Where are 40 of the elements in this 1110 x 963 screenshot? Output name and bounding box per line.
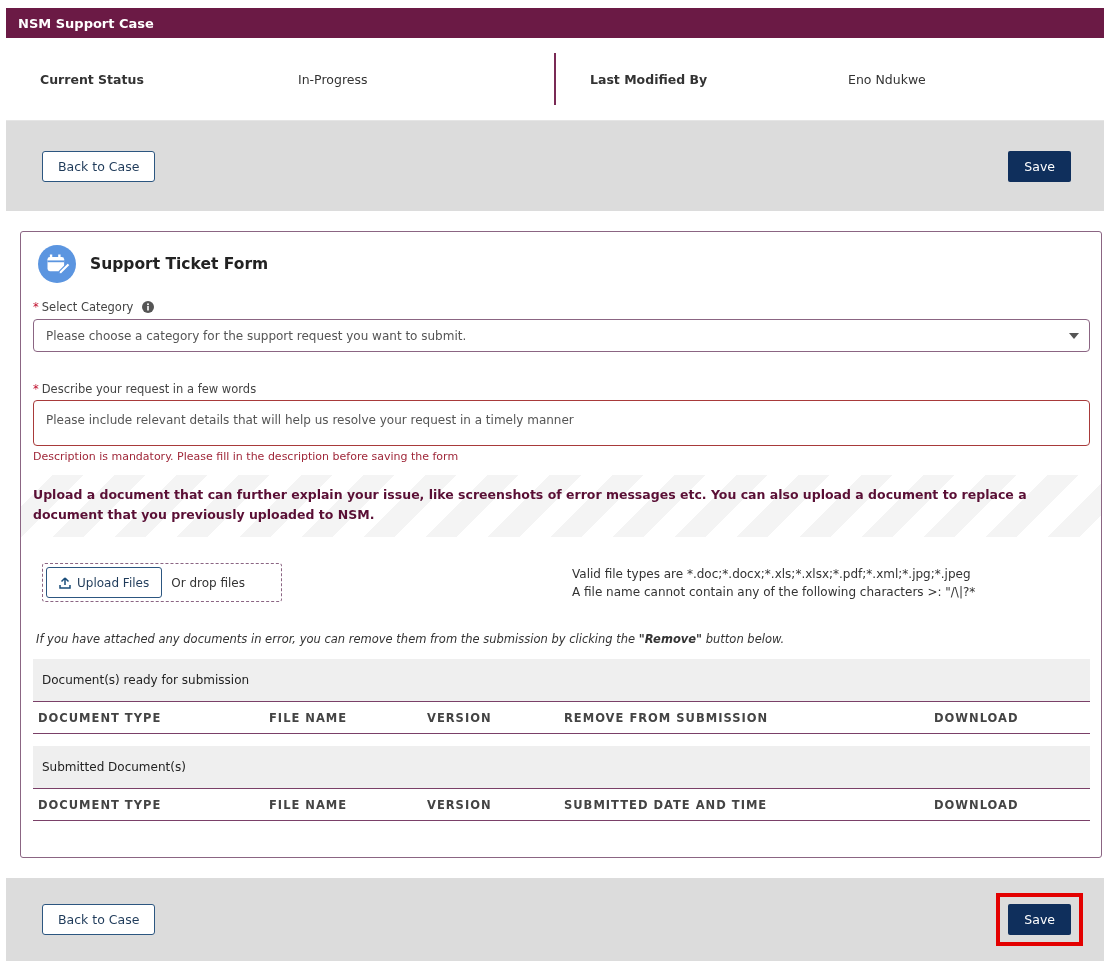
- status-label: Current Status: [40, 71, 145, 87]
- column-header: DOCUMENT TYPE: [38, 710, 163, 725]
- back-button[interactable]: Back to Case: [42, 904, 156, 935]
- info-icon[interactable]: [142, 301, 155, 313]
- remove-note: If you have attached any documents in error, you can remove them from the submission by clicking the "Remove" button below.: [35, 632, 786, 646]
- column-header: SUBMITTED DATE AND TIME: [564, 797, 769, 812]
- drop-hint: Or drop files: [171, 575, 245, 590]
- table-title: Submitted Document(s): [33, 746, 1090, 789]
- column-header: VERSION: [427, 710, 493, 725]
- status-value: Eno Ndukwe: [848, 71, 926, 87]
- back-button[interactable]: Back to Case: [42, 150, 156, 182]
- table-title: Document(s) ready for submission: [33, 659, 1090, 702]
- required-mark: *: [33, 300, 39, 314]
- column-header: FILE NAME: [269, 797, 349, 812]
- file-rule: Valid file types are *.doc;*.docx;*.xls;*.xlsx;*.pdf;*.xml;*.jpg;*.jpeg: [572, 565, 972, 583]
- description-field[interactable]: Please include relevant details that will help us resolve your request in a timely manner: [33, 400, 1090, 446]
- field-label: Describe your request in a few words: [41, 382, 257, 396]
- status-value: In-Progress: [298, 71, 368, 87]
- calendar-edit-icon: [38, 245, 76, 283]
- error-message: Description is mandatory. Please fill in the description before saving the form: [33, 450, 460, 463]
- column-header: DOCUMENT TYPE: [38, 797, 163, 812]
- save-button[interactable]: Save: [1008, 150, 1071, 182]
- column-header: DOWNLOAD: [934, 710, 1019, 725]
- file-rule: A file name cannot contain any of the following characters >: "/\|?*: [572, 583, 976, 601]
- column-header: REMOVE FROM SUBMISSION: [564, 710, 770, 725]
- form-title: Support Ticket Form: [90, 255, 269, 273]
- caret-icon: [1069, 332, 1079, 339]
- column-header: DOWNLOAD: [934, 797, 1019, 812]
- upload-icon: [59, 576, 71, 589]
- save-button[interactable]: Save: [1008, 904, 1071, 935]
- upload-notice: Upload a document that can further explain your issue, like screenshots of error messages etc. You can also upload a document to replace a document that you previously uploaded to NSM.: [33, 486, 1028, 524]
- drop-zone[interactable]: Upload Files Or drop files: [42, 563, 282, 602]
- category-dropdown[interactable]: Please choose a category for the support request you want to submit.: [33, 319, 1090, 352]
- column-header: VERSION: [427, 797, 493, 812]
- upload-button[interactable]: Upload Files: [46, 567, 163, 598]
- column-header: FILE NAME: [269, 710, 349, 725]
- page-title: NSM Support Case: [18, 15, 154, 31]
- status-label: Last Modified By: [590, 71, 709, 87]
- required-mark: *: [33, 382, 39, 396]
- field-label: Select Category: [41, 300, 134, 314]
